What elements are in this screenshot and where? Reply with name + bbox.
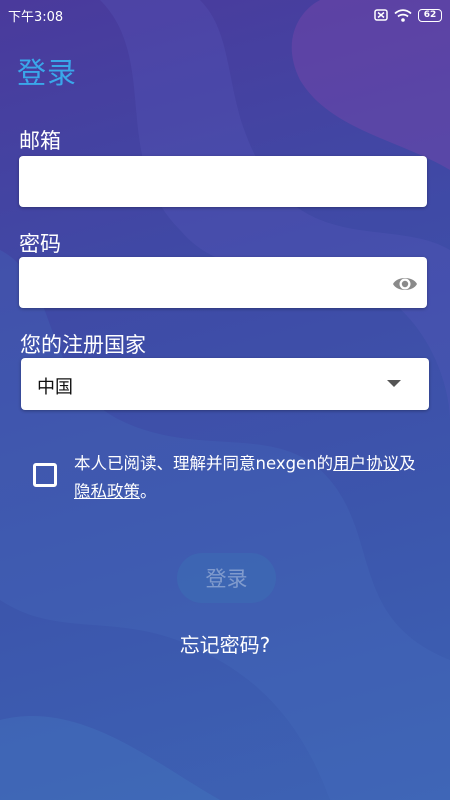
eye-icon[interactable]	[391, 270, 419, 298]
password-field-container[interactable]	[19, 257, 427, 308]
no-sim-icon	[374, 9, 388, 21]
email-label: 邮箱	[19, 129, 61, 153]
country-select-value: 中国	[37, 377, 73, 398]
status-icons: 62	[374, 8, 442, 22]
email-field[interactable]	[19, 156, 427, 207]
page-title: 登录	[17, 56, 78, 90]
country-label: 您的注册国家	[20, 333, 146, 357]
wifi-icon	[394, 8, 412, 22]
status-bar: 下午3:08 62	[0, 0, 450, 30]
agreement-checkbox[interactable]	[33, 463, 57, 487]
agreement-and: 及	[399, 454, 416, 473]
status-time: 下午3:08	[8, 9, 64, 25]
agreement-text: 本人已阅读、理解并同意nexgen的用户协议及隐私政策。	[74, 450, 426, 506]
agreement-suffix: 。	[140, 482, 157, 501]
battery-indicator: 62	[418, 8, 442, 22]
login-button[interactable]: 登录	[177, 553, 276, 603]
privacy-policy-link[interactable]: 隐私政策	[74, 482, 140, 501]
country-select[interactable]: 中国	[21, 358, 429, 410]
agreement-prefix: 本人已阅读、理解并同意nexgen的	[74, 454, 334, 473]
forgot-password-link[interactable]: 忘记密码?	[0, 629, 450, 658]
user-agreement-link[interactable]: 用户协议	[333, 454, 399, 473]
password-field[interactable]	[19, 257, 427, 308]
password-label: 密码	[19, 232, 61, 256]
dropdown-arrow-icon	[387, 380, 401, 387]
email-field-container[interactable]	[19, 156, 427, 207]
